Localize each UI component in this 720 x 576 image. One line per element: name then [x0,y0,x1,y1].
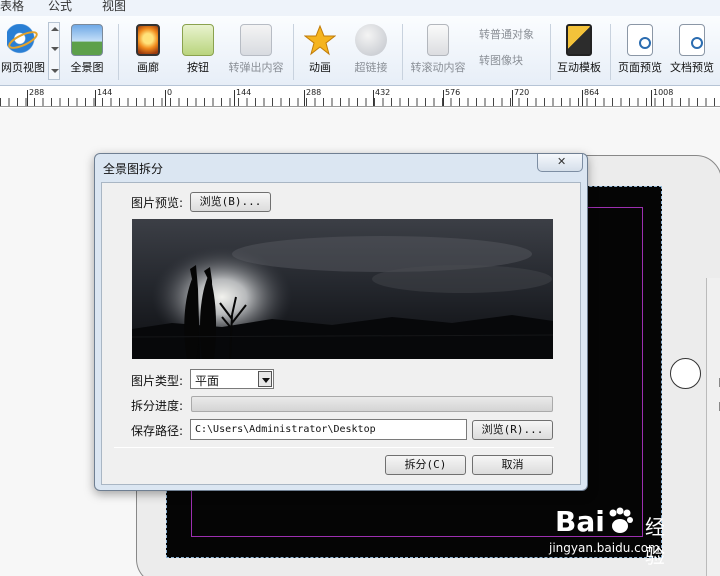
animation-button[interactable]: 动画 [300,16,340,86]
ruler-major-tick [443,90,444,106]
properties-panel-edge [706,278,720,576]
ruler-major-tick [304,90,305,106]
panorama-button[interactable]: 全景图 [66,16,108,86]
dialog-title: 全景图拆分 [103,162,164,176]
interactive-template-button[interactable]: 互动模板 [557,16,601,86]
ruler-label: 432 [375,88,391,97]
convert-normal-object-command[interactable]: 转普通对象 [479,26,534,42]
ruler-major-tick [373,90,374,106]
ruler-major-tick [95,90,96,106]
ribbon: 网页视图 全景图 画廊 按钮 转弹出内容 动画 超链接 转滚动内容 转普通对象 … [0,16,720,86]
image-type-select[interactable]: 平面 [190,369,274,389]
ruler-label: 144 [236,88,252,97]
page-preview-button[interactable]: 页面预览 [618,16,662,86]
ruler-major-tick [27,90,28,106]
ruler-major-tick [512,90,513,106]
ruler-label: 576 [445,88,461,97]
watermark-url: jingyan.baidu.com [549,541,660,555]
page-preview-icon [627,24,653,56]
ie-icon [7,24,39,56]
hyperlink-button[interactable]: 超链接 [350,16,392,86]
gallery-icon [136,24,160,56]
ruler-label: 0 [167,88,173,97]
convert-image-block-command[interactable]: 转图像块 [479,52,523,68]
tab-table[interactable]: 表格 [0,0,24,14]
chevron-down-icon[interactable] [258,371,272,387]
ribbon-separator [402,24,403,80]
watermark-brand: Bai [555,505,605,538]
doc-preview-icon [679,24,705,56]
convert-scroll-button[interactable]: 转滚动内容 [411,16,466,86]
ruler-ticks [0,98,720,106]
template-icon [566,24,592,56]
watermark-brand-suffix: 经验 [645,515,665,568]
ruler-label: 288 [306,88,322,97]
horizontal-ruler: 288 144 0 144 288 432 576 720 864 1008 [0,87,720,107]
ruler-major-tick [165,90,166,106]
image-type-value: 平面 [195,374,220,388]
ruler-major-tick [651,90,652,106]
ruler-label: 720 [514,88,530,97]
tab-view[interactable]: 视图 [102,0,126,14]
ruler-label: 1008 [653,88,674,97]
panorama-preview-image [132,219,553,359]
menu-bar: 表格 公式 视图 [0,0,720,16]
ruler-label: 144 [97,88,113,97]
save-path-label: 保存路径: [131,424,184,438]
ruler-label: 288 [29,88,45,97]
ruler-major-tick [234,90,235,106]
convert-popup-button[interactable]: 转弹出内容 [229,16,284,86]
cancel-button[interactable]: 取消 [472,455,553,475]
animation-star-icon [303,24,337,56]
button-insert-button[interactable]: 按钮 [178,16,218,86]
preview-label: 图片预览: [131,196,184,210]
button-icon [182,24,214,56]
doc-preview-button[interactable]: 文档预览 [670,16,714,86]
ruler-major-tick [582,90,583,106]
scroll-content-icon [427,24,449,56]
save-path-input[interactable]: C:\Users\Administrator\Desktop [190,419,467,440]
dialog-close-button[interactable]: ✕ [537,154,583,172]
ruler-label: 864 [584,88,600,97]
split-progress-bar [191,396,553,412]
browse-image-button[interactable]: 浏览(B)... [190,192,271,212]
split-progress-label: 拆分进度: [131,399,184,413]
web-view-button[interactable]: 网页视图 [0,16,46,86]
hyperlink-icon [355,24,387,56]
browse-save-path-button[interactable]: 浏览(R)... [472,420,553,440]
popup-icon [240,24,272,56]
close-icon: ✕ [557,155,567,168]
paw-icon [605,507,635,535]
dialog-divider [114,447,554,448]
split-button[interactable]: 拆分(C) [385,455,466,475]
tablet-home-button [670,358,701,389]
tab-formula[interactable]: 公式 [48,0,72,14]
gallery-button[interactable]: 画廊 [128,16,168,86]
panorama-icon [71,24,103,56]
image-type-label: 图片类型: [131,374,184,388]
